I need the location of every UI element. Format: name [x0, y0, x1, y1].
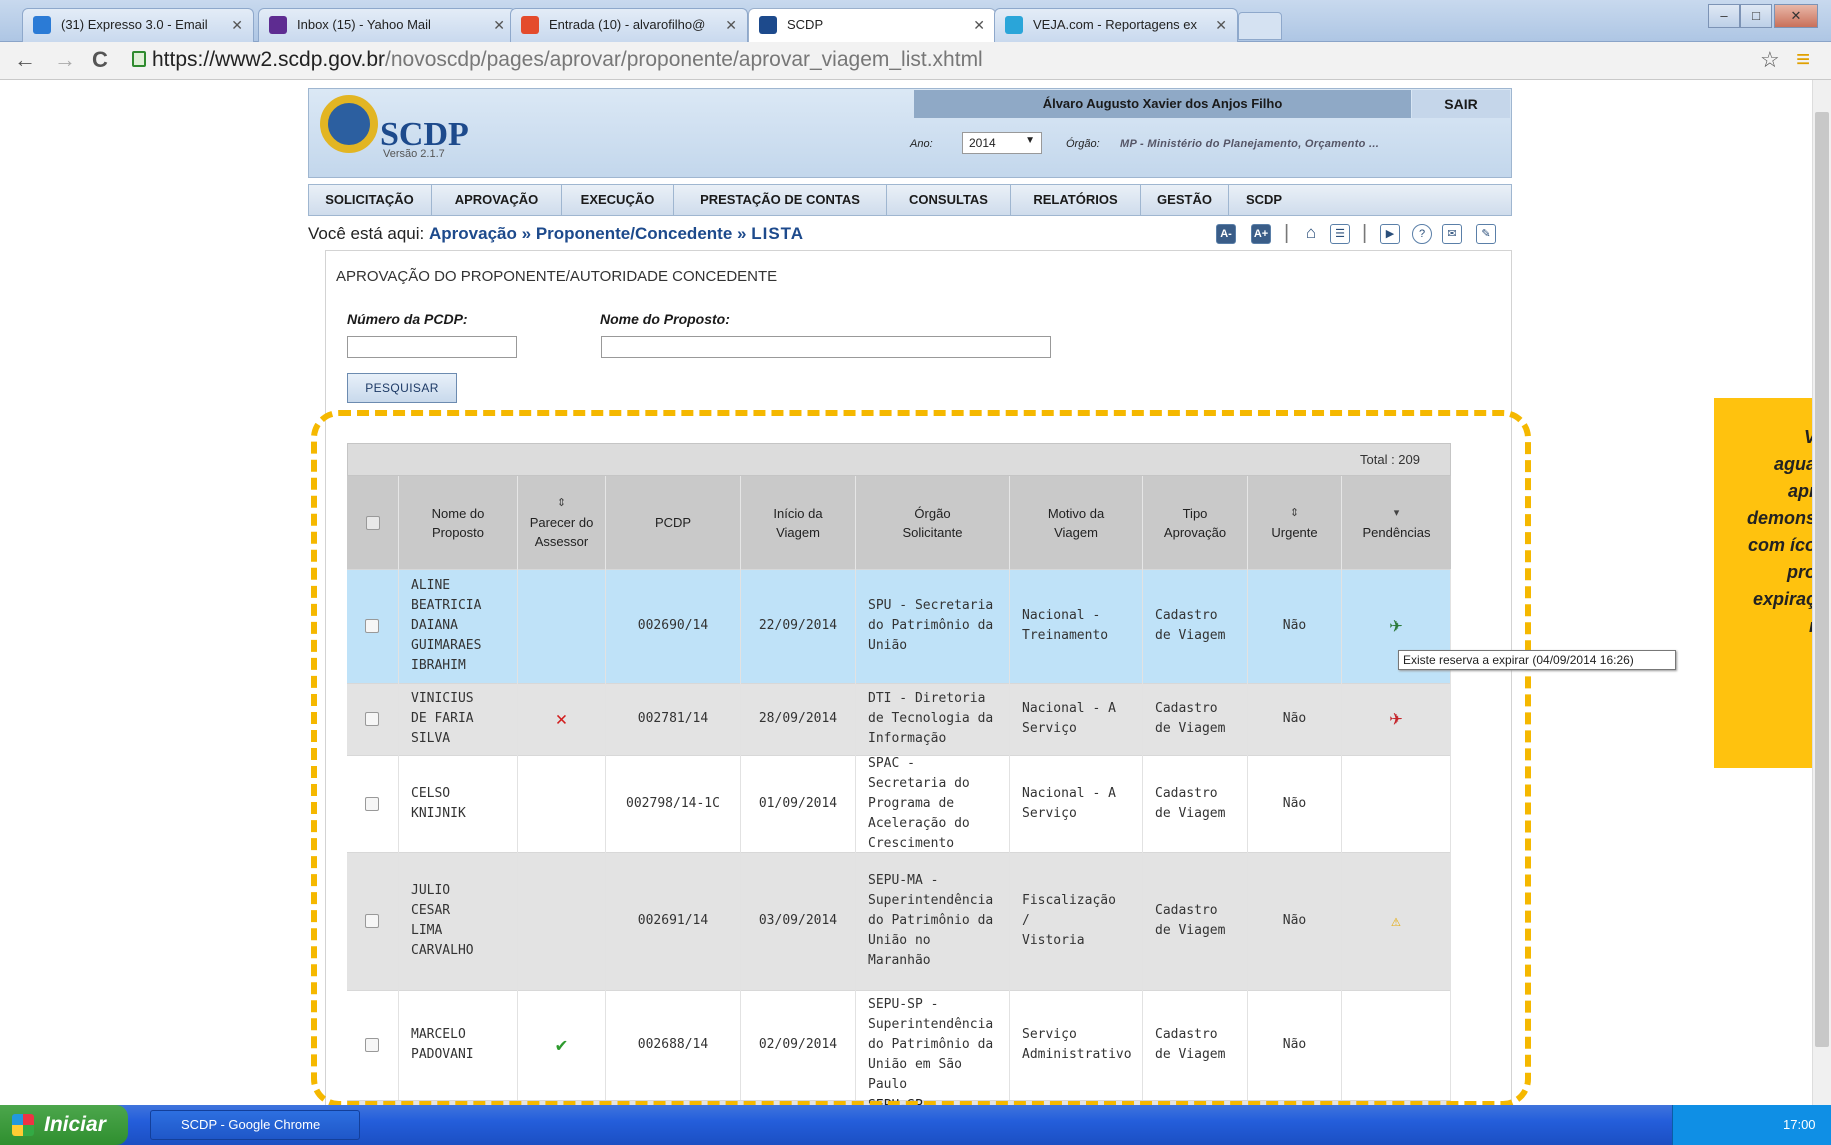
breadcrumb-aprovacao[interactable]: Aprovação: [429, 224, 517, 243]
app-version: Versão 2.1.7: [383, 148, 445, 160]
search-button[interactable]: PESQUISAR: [347, 373, 457, 403]
menu-relatorios[interactable]: RELATÓRIOS: [1011, 184, 1141, 216]
new-tab-button[interactable]: [1238, 12, 1282, 40]
close-tab-icon[interactable]: ✕: [231, 17, 243, 34]
url-field[interactable]: https://www2.scdp.gov.br/novoscdp/pages/…: [132, 48, 1732, 74]
close-window-icon[interactable]: ✕: [1774, 4, 1818, 28]
bookmark-star-icon[interactable]: ☆: [1760, 47, 1780, 73]
nome-proposto-input[interactable]: [601, 336, 1051, 358]
note-line: expiraç: [1752, 589, 1812, 609]
font-increase-icon[interactable]: A+: [1251, 224, 1271, 244]
veja-favicon-icon: [1005, 16, 1023, 34]
scdp-favicon-icon: [759, 16, 777, 34]
menu-execucao[interactable]: EXECUÇÃO: [562, 184, 674, 216]
breadcrumb-lista: LISTA: [751, 224, 805, 243]
mail-favicon-icon: [521, 16, 539, 34]
logout-button[interactable]: SAIR: [1412, 90, 1510, 118]
toolbar-divider: |: [1284, 222, 1290, 244]
video-icon[interactable]: ▶: [1380, 224, 1400, 244]
menu-consultas[interactable]: CONSULTAS: [887, 184, 1011, 216]
close-tab-icon[interactable]: ✕: [725, 17, 737, 34]
taskbar-chrome-item[interactable]: SCDP - Google Chrome: [150, 1110, 360, 1140]
browser-tab-scdp[interactable]: SCDP ✕: [748, 8, 996, 43]
dropdown-arrow-icon: ▼: [1025, 135, 1035, 146]
minimize-icon[interactable]: –: [1708, 4, 1740, 28]
user-name: Álvaro Augusto Xavier dos Anjos Filho: [914, 90, 1411, 118]
expresso-favicon-icon: [33, 16, 51, 34]
breadcrumb-prefix: Você está aqui:: [308, 224, 425, 243]
forward-icon[interactable]: →: [54, 47, 76, 73]
back-icon[interactable]: ←: [14, 47, 36, 73]
tab-label: Entrada (10) - alvarofilho@: [549, 17, 706, 32]
home-icon[interactable]: ⌂: [1301, 224, 1321, 244]
url-path: /novoscdp/pages/aprovar/proponente/aprov…: [385, 48, 983, 71]
numero-pcdp-input[interactable]: [347, 336, 517, 358]
scrollbar-thumb[interactable]: [1815, 112, 1829, 1047]
browser-menu-icon[interactable]: ≡: [1796, 47, 1810, 73]
toolbar-divider: |: [1362, 222, 1368, 244]
tab-label: SCDP: [787, 17, 824, 32]
mail-icon[interactable]: ✉: [1442, 224, 1462, 244]
form-title: APROVAÇÃO DO PROPONENTE/AUTORIDADE CONCE…: [336, 268, 778, 285]
windows-logo-icon: [12, 1114, 34, 1136]
note-line: apr: [1787, 481, 1812, 501]
ano-label: Ano:: [910, 138, 933, 150]
close-tab-icon[interactable]: ✕: [973, 17, 985, 34]
yahoo-favicon-icon: [269, 16, 287, 34]
reload-icon[interactable]: C: [92, 47, 108, 73]
menu-solicitacao[interactable]: SOLICITAÇÃO: [308, 184, 432, 216]
menu-prestacao-de-contas[interactable]: PRESTAÇÃO DE CONTAS: [674, 184, 887, 216]
note-line: agua: [1773, 454, 1812, 474]
ano-select[interactable]: 2014 ▼: [962, 132, 1042, 154]
nome-proposto-label: Nome do Proposto:: [600, 311, 730, 327]
menu-scdp[interactable]: SCDP: [1229, 184, 1299, 216]
tab-label: VEJA.com - Reportagens ex: [1033, 17, 1198, 32]
browser-tab-strip: (31) Expresso 3.0 - Email ✕ Inbox (15) - …: [0, 0, 1831, 43]
url-host: https://www2.scdp.gov.br: [152, 48, 386, 71]
chat-icon[interactable]: ☰: [1330, 224, 1350, 244]
orgao-value[interactable]: MP - Ministério do Planejamento, Orçamen…: [1120, 138, 1379, 150]
tab-label: Inbox (15) - Yahoo Mail: [297, 17, 431, 32]
note-line: com íco: [1747, 535, 1812, 555]
orgao-label: Órgão:: [1066, 138, 1100, 150]
breadcrumb-proponente[interactable]: Proponente/Concedente: [536, 224, 732, 243]
note-line: pro: [1787, 562, 1812, 582]
breadcrumb-separator-icon: »: [521, 224, 532, 243]
help-icon[interactable]: ?: [1412, 224, 1432, 244]
system-tray: 17:00: [1672, 1105, 1831, 1145]
breadcrumb-separator-icon: »: [737, 224, 747, 243]
numero-pcdp-label: Número da PCDP:: [347, 311, 468, 327]
browser-tab-expresso[interactable]: (31) Expresso 3.0 - Email ✕: [22, 8, 254, 42]
lock-icon: [132, 51, 146, 67]
tooltip: Existe reserva a expirar (04/09/2014 16:…: [1398, 650, 1676, 670]
ano-value: 2014: [969, 136, 996, 150]
breadcrumb: Você está aqui: Aprovação » Proponente/C…: [308, 224, 804, 244]
note-line: r: [1714, 613, 1812, 640]
font-decrease-icon[interactable]: A-: [1216, 224, 1236, 244]
feedback-icon[interactable]: ✎: [1476, 224, 1496, 244]
note-line: demons: [1746, 508, 1812, 528]
close-tab-icon[interactable]: ✕: [1215, 17, 1227, 34]
scdp-logo-icon: [320, 95, 378, 153]
browser-tab-veja[interactable]: VEJA.com - Reportagens ex ✕: [994, 8, 1238, 42]
close-tab-icon[interactable]: ✕: [493, 17, 505, 34]
address-bar: ← → C https://www2.scdp.gov.br/novoscdp/…: [0, 42, 1831, 80]
highlight-dashed-frame: [311, 410, 1531, 1107]
note-line: V: [1714, 424, 1812, 451]
tab-label: (31) Expresso 3.0 - Email: [61, 17, 208, 32]
browser-tab-yahoo[interactable]: Inbox (15) - Yahoo Mail ✕: [258, 8, 516, 42]
maximize-icon[interactable]: □: [1740, 4, 1772, 28]
menu-gestao[interactable]: GESTÃO: [1141, 184, 1229, 216]
browser-tab-entrada[interactable]: Entrada (10) - alvarofilho@ ✕: [510, 8, 748, 42]
menu-aprovacao[interactable]: APROVAÇÃO: [432, 184, 562, 216]
annotation-callout: Vagua apr demons com íco pro expiraç r: [1714, 398, 1812, 768]
